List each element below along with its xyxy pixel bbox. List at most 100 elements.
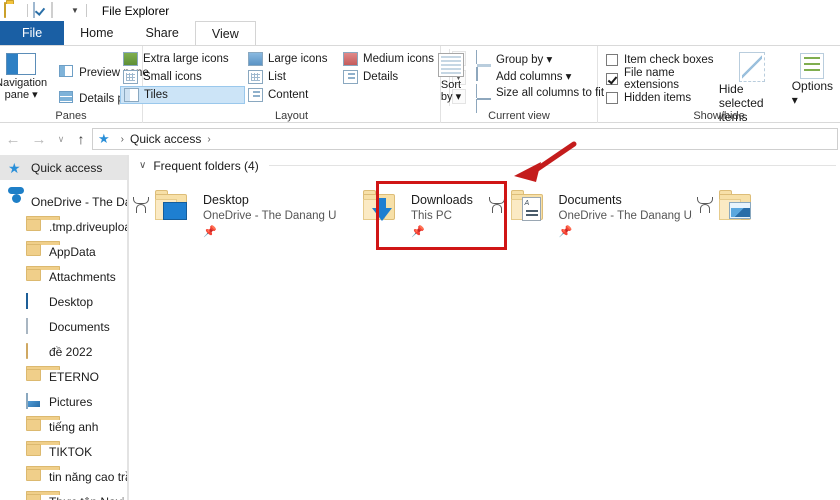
- sidebar-item-quick-access[interactable]: ★ Quick access: [0, 155, 127, 180]
- tile-subtitle: OneDrive - The Danang U...: [203, 210, 337, 222]
- sidebar-item-thuc-tap-navi[interactable]: Thực tập Navi: [0, 489, 127, 500]
- tab-view[interactable]: View: [194, 21, 256, 45]
- tab-home[interactable]: Home: [64, 21, 129, 45]
- layout-tiles[interactable]: Tiles: [120, 86, 245, 104]
- sidebar-item-onedrive[interactable]: OneDrive - The Da: [0, 189, 127, 214]
- options-chevron-icon: ▾: [791, 93, 798, 107]
- chevron-down-icon[interactable]: ∨: [139, 160, 146, 171]
- size-all-columns-button[interactable]: Size all columns to fit: [473, 83, 607, 113]
- sidebar-item-appdata[interactable]: AppData: [0, 239, 127, 264]
- layout-list[interactable]: List: [245, 68, 340, 86]
- breadcrumb-separator[interactable]: ›: [207, 134, 210, 145]
- recent-locations-button[interactable]: ∨: [52, 126, 70, 152]
- sidebar-item-documents[interactable]: Documents: [0, 314, 127, 339]
- tile-documents[interactable]: A Documents OneDrive - The Danang U... 📌: [485, 186, 693, 250]
- medium-icons-icon: [343, 52, 358, 66]
- sort-by-label-line1: Sort: [440, 79, 462, 91]
- folder-icon[interactable]: [4, 1, 20, 19]
- current-view-group-label: Current view: [488, 110, 550, 122]
- folder-icon: [26, 215, 60, 235]
- sort-by-label-line2: by ▾: [440, 91, 462, 103]
- sidebar-item-tieng-anh[interactable]: tiếng anh: [0, 414, 127, 439]
- breadcrumb[interactable]: ★ › Quick access ›: [92, 128, 838, 150]
- navigation-pane-label-line1: Navigation: [0, 77, 48, 89]
- ribbon-tabs: File Home Share View: [0, 21, 840, 45]
- folder-icon: [26, 265, 60, 285]
- group-by-button[interactable]: Group by ▾: [473, 49, 607, 81]
- sidebar-item-tiktok[interactable]: TIKTOK: [0, 439, 127, 464]
- star-icon: ★: [8, 159, 21, 176]
- up-button[interactable]: ↑: [70, 126, 92, 152]
- folder-icon: A: [505, 186, 553, 234]
- add-columns-button[interactable]: Add columns ▾: [473, 66, 607, 84]
- details-pane-icon: [59, 91, 75, 107]
- properties-icon[interactable]: [33, 1, 49, 19]
- file-name-extensions-checkbox[interactable]: File name extensions: [606, 67, 719, 91]
- tab-share[interactable]: Share: [130, 21, 195, 45]
- folder-icon: [26, 240, 60, 260]
- desktop-overlay-icon: [163, 202, 187, 220]
- add-columns-icon: [476, 66, 492, 84]
- download-arrow-overlay-icon: [372, 198, 392, 222]
- layout-details[interactable]: Details: [340, 68, 445, 86]
- tile-downloads[interactable]: Downloads This PC 📌: [337, 186, 485, 250]
- tile-desktop[interactable]: Desktop OneDrive - The Danang U... 📌: [129, 186, 337, 250]
- layout-small-icons[interactable]: Small icons: [120, 68, 245, 86]
- layout-content[interactable]: Content: [245, 86, 340, 104]
- tab-file[interactable]: File: [0, 21, 65, 45]
- folder-icon: [26, 440, 60, 460]
- sidebar-item-attachments[interactable]: Attachments: [0, 264, 127, 289]
- desktop-icon: [26, 292, 42, 310]
- breadcrumb-item-quick-access[interactable]: Quick access: [130, 132, 201, 146]
- large-icons-icon: [248, 52, 263, 66]
- ribbon-group-current-view: Sort by ▾ Group by ▾ Add columns ▾ Size …: [438, 46, 604, 123]
- details-icon: [343, 70, 358, 84]
- customize-quick-access-chevron-icon[interactable]: ▼: [71, 6, 79, 15]
- ribbon: Navigation pane ▾ Preview pane Details p…: [0, 45, 840, 124]
- hidden-items-checkbox[interactable]: Hidden items: [606, 88, 719, 107]
- file-explorer-window: ▼ File Explorer File Home Share View Nav…: [0, 0, 840, 500]
- preview-pane-icon: [59, 65, 75, 81]
- layout-medium-icons[interactable]: Medium icons: [340, 50, 445, 68]
- checkbox-icon: [606, 91, 618, 104]
- title-bar: ▼ File Explorer: [0, 0, 840, 21]
- sidebar-item-tmp-driveupload[interactable]: .tmp.driveupload: [0, 214, 127, 239]
- pictures-icon: [26, 392, 42, 410]
- onedrive-cloud-icon: [8, 194, 24, 210]
- group-header-frequent-folders[interactable]: ∨ Frequent folders (4): [129, 155, 840, 176]
- ribbon-group-show-hide: Item check boxes File name extensions Hi…: [598, 46, 840, 124]
- hide-items-icon: [738, 52, 765, 82]
- file-list: ∨ Frequent folders (4) Desktop OneDrive …: [129, 155, 840, 500]
- options-icon: [800, 53, 825, 79]
- options-label: Options: [791, 79, 834, 93]
- layout-large-icons[interactable]: Large icons: [245, 50, 340, 68]
- sidebar-item-tin-nang-cao-tran[interactable]: tin năng cao trần: [0, 464, 127, 489]
- back-button[interactable]: ←: [0, 126, 26, 152]
- folder-icon: [26, 365, 60, 385]
- folder-icon: [357, 186, 405, 234]
- sort-by-icon: [438, 53, 464, 77]
- folder-icon: [713, 186, 761, 234]
- pdf-folder-icon: [26, 342, 42, 360]
- folder-icon: [26, 415, 60, 435]
- small-icons-icon: [123, 70, 138, 84]
- divider: [27, 4, 28, 17]
- sidebar-item-eterno[interactable]: ETERNO: [0, 364, 127, 389]
- tile-subtitle: OneDrive - The Danang U...: [558, 210, 693, 222]
- tile-title: Documents: [558, 193, 622, 207]
- sidebar-item-desktop[interactable]: Desktop: [0, 289, 127, 314]
- tile-pictures[interactable]: [693, 186, 840, 250]
- group-header-label: Frequent folders (4): [153, 158, 259, 173]
- layout-extra-large-icons[interactable]: Extra large icons: [120, 50, 245, 68]
- folder-icon: [149, 186, 197, 234]
- list-icon: [248, 70, 263, 84]
- divider: [268, 165, 836, 166]
- sidebar-item-de-2022[interactable]: đề 2022: [0, 339, 127, 364]
- navigation-pane-label-line2: pane: [4, 89, 30, 101]
- new-folder-icon[interactable]: [51, 1, 67, 19]
- pin-icon: 📌: [203, 226, 217, 238]
- pin-icon: 📌: [558, 226, 573, 238]
- forward-button[interactable]: →: [26, 126, 52, 152]
- extra-large-icons-icon: [123, 52, 138, 66]
- sidebar-item-pictures[interactable]: Pictures: [0, 389, 127, 414]
